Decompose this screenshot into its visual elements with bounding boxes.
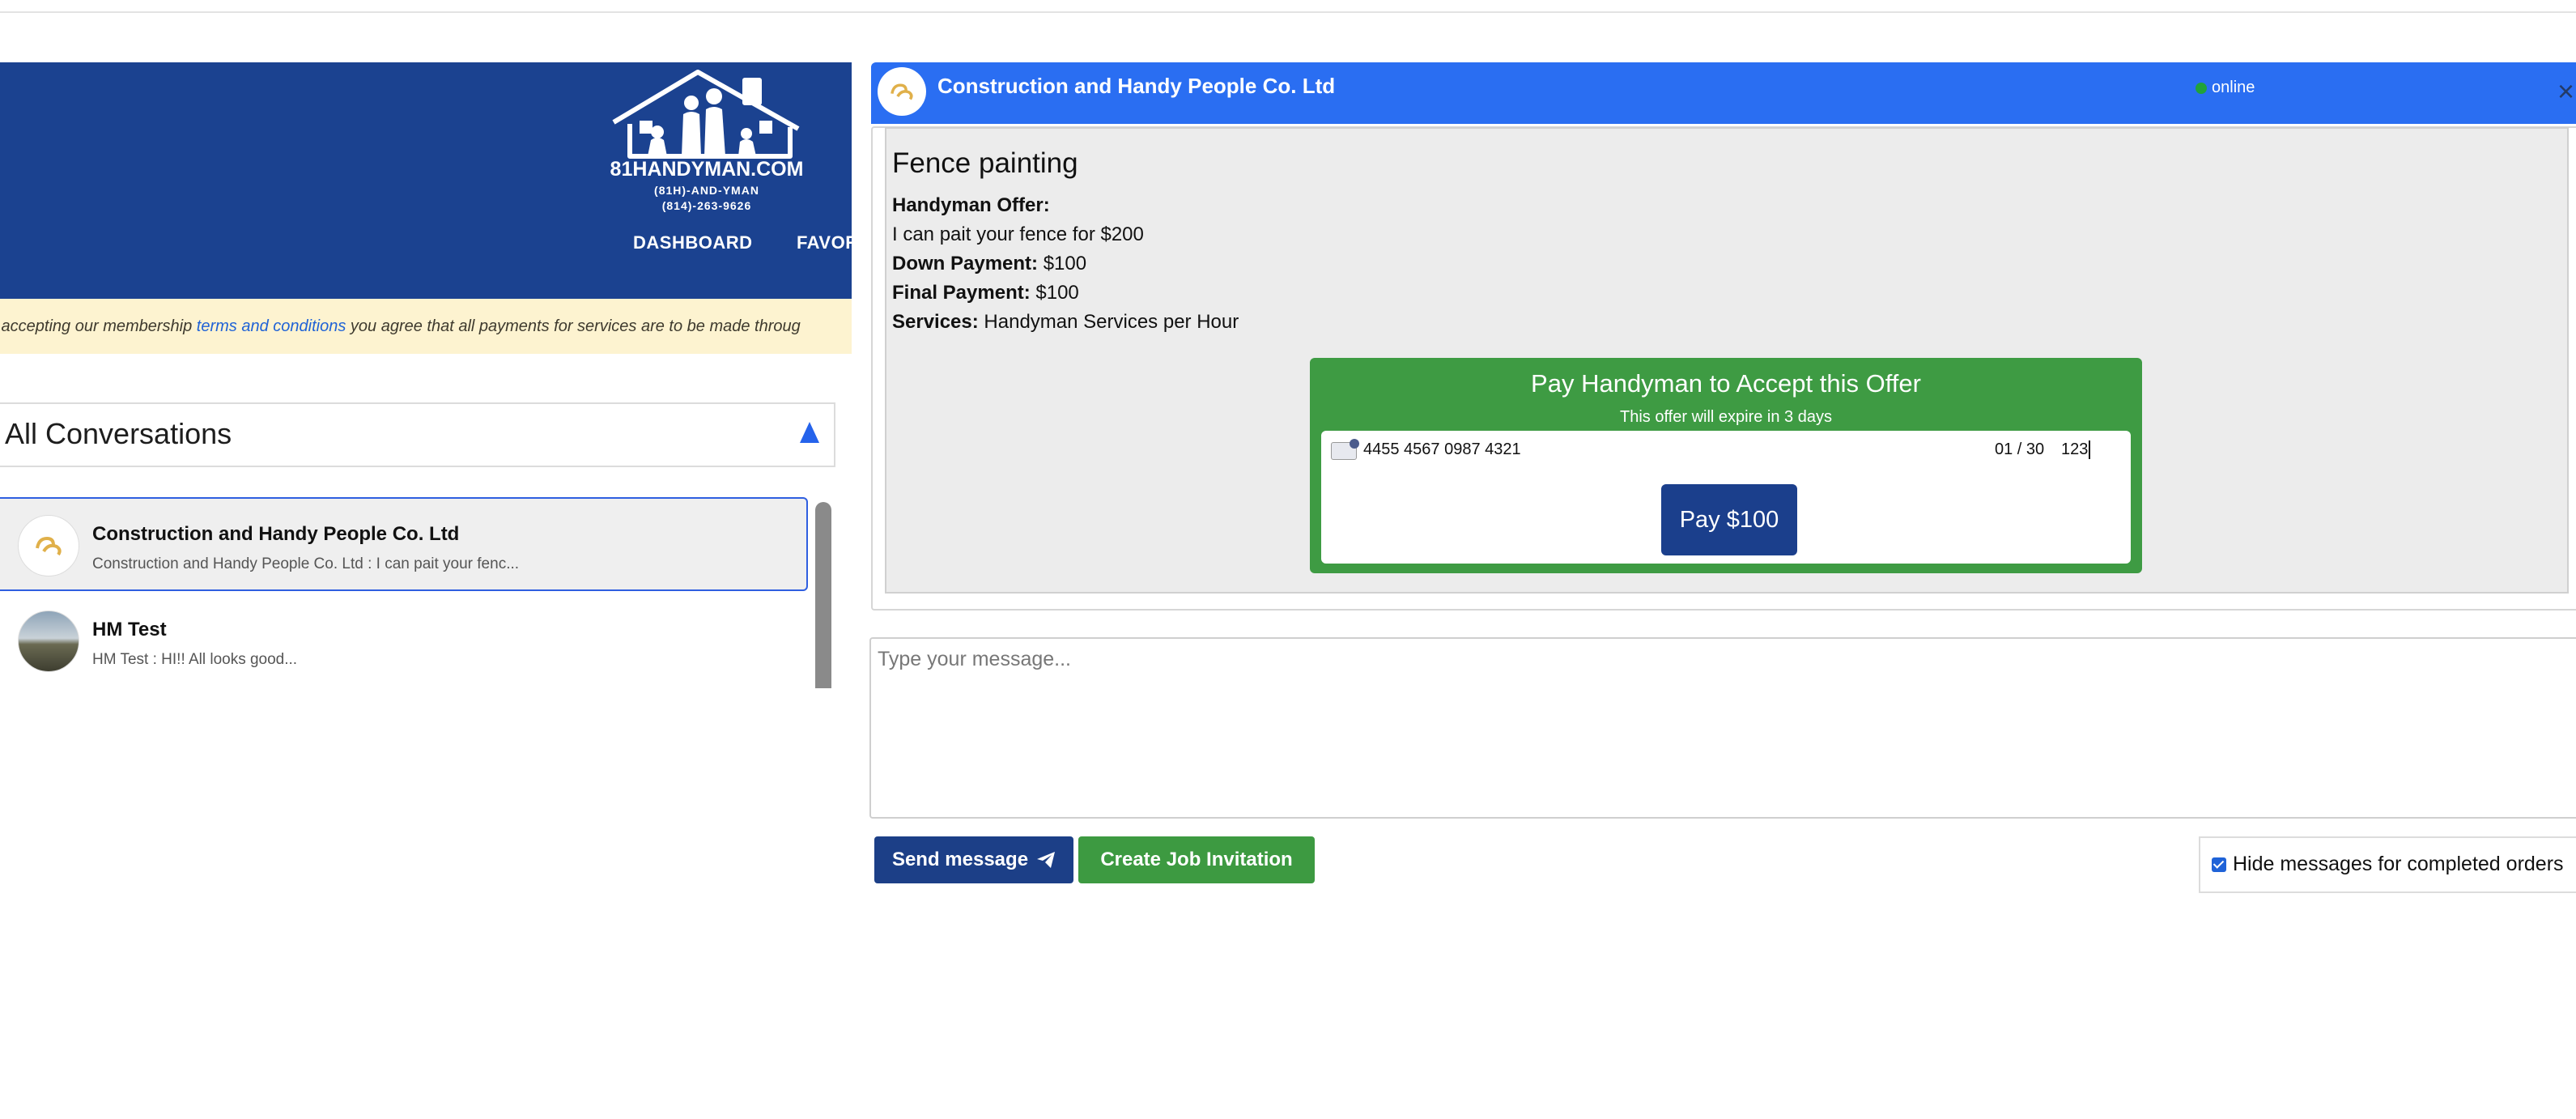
company-logo-icon (891, 83, 913, 100)
paper-plane-icon (1037, 852, 1056, 868)
conversation-name: Construction and Handy People Co. Ltd (92, 523, 460, 545)
credit-card-icon (1331, 439, 1359, 460)
conversation-item-construction[interactable]: Construction and Handy People Co. Ltd Co… (0, 497, 808, 591)
down-payment-label: Down Payment: (892, 253, 1039, 274)
notice-suffix: you agree that all payments for services… (346, 317, 801, 335)
conversation-list: Construction and Handy People Co. Ltd Co… (0, 497, 810, 688)
payment-panel: Pay Handyman to Accept this Offer This o… (1310, 358, 2142, 573)
message-input[interactable] (869, 637, 2576, 819)
chat-contact-name: Construction and Handy People Co. Ltd (937, 74, 1336, 98)
message-placeholder: Type your message... (878, 648, 1072, 670)
conversation-preview: Construction and Handy People Co. Ltd : … (92, 555, 520, 572)
site-header: 81HANDYMAN.COM (81H)-AND-YMAN (814)-263-… (0, 62, 852, 299)
avatar (18, 611, 79, 672)
terms-link[interactable]: terms and conditions (197, 317, 346, 335)
conversation-scrollbar[interactable] (815, 502, 831, 688)
payment-title: Pay Handyman to Accept this Offer (1531, 369, 1921, 398)
offer-expiry: This offer will expire in 3 days (1620, 408, 1832, 426)
chat-header: Construction and Handy People Co. Ltd on… (871, 62, 2576, 124)
pay-button[interactable]: Pay $100 (1661, 484, 1797, 555)
offer-label-line: Handyman Offer: (892, 194, 1050, 217)
brand-phone: (814)-263-9626 (661, 199, 752, 212)
online-status: online (2196, 79, 2255, 97)
nav-item-dashboard[interactable]: DASHBOARD (633, 232, 753, 253)
card-number-input[interactable]: 4455 4567 0987 4321 (1363, 440, 1521, 459)
down-payment-value: $100 (1043, 253, 1087, 274)
conversation-item-hm-test[interactable]: HM Test HM Test : HI!! All looks good... (0, 594, 808, 688)
main-nav: DASHBOARD FAVORIT (633, 232, 852, 253)
conversations-title: All Conversations (5, 417, 232, 450)
hide-completed-label[interactable]: Hide messages for completed orders (2233, 853, 2564, 876)
notice-prefix: y accepting our membership (0, 317, 197, 335)
services-label: Services: (892, 311, 979, 333)
collapse-triangle-icon[interactable] (800, 422, 819, 443)
chat-avatar (878, 67, 926, 116)
close-icon[interactable]: × (2557, 77, 2574, 106)
create-job-invitation-button[interactable]: Create Job Invitation (1078, 836, 1315, 883)
brand-name: 81HANDYMAN.COM (610, 158, 804, 181)
send-message-button[interactable]: Send message (874, 836, 1073, 883)
offer-label: Handyman Offer: (892, 194, 1050, 216)
hide-completed-checkbox[interactable] (2212, 857, 2226, 872)
card-expiry-input[interactable]: 01 / 30 (1995, 440, 2044, 459)
send-label: Send message (891, 849, 1029, 870)
company-logo-icon (36, 536, 62, 556)
avatar (18, 515, 79, 577)
nav-item-favorites[interactable]: FAVORIT (797, 232, 852, 253)
brand-tagline: (81H)-AND-YMAN (654, 184, 759, 197)
logo-text: 81HANDYMAN.COM (81H)-AND-YMAN (814)-263-… (607, 158, 806, 212)
online-dot-icon (2196, 82, 2207, 94)
top-divider (0, 11, 2576, 13)
offer-title: Fence painting (892, 147, 1078, 179)
conversation-name: HM Test (92, 619, 167, 640)
services-value: Handyman Services per Hour (984, 311, 1239, 333)
hide-completed-toggle: Hide messages for completed orders (2199, 836, 2576, 893)
conversations-header[interactable]: All Conversations (0, 402, 835, 467)
membership-notice: y accepting our membership terms and con… (0, 299, 852, 354)
down-payment-line: Down Payment: $100 (892, 253, 1086, 275)
card-form: 4455 4567 0987 4321 01 / 30 123 Pay $100 (1321, 431, 2131, 564)
card-cvc-input[interactable]: 123 (2061, 440, 2091, 459)
services-line: Services: Handyman Services per Hour (892, 311, 1239, 334)
conversation-preview: HM Test : HI!! All looks good... (92, 651, 298, 668)
status-text: online (2212, 79, 2255, 96)
final-payment-label: Final Payment: (892, 282, 1031, 304)
final-payment-line: Final Payment: $100 (892, 282, 1079, 304)
offer-text: I can pait your fence for $200 (892, 223, 1144, 245)
final-payment-value: $100 (1035, 282, 1079, 304)
